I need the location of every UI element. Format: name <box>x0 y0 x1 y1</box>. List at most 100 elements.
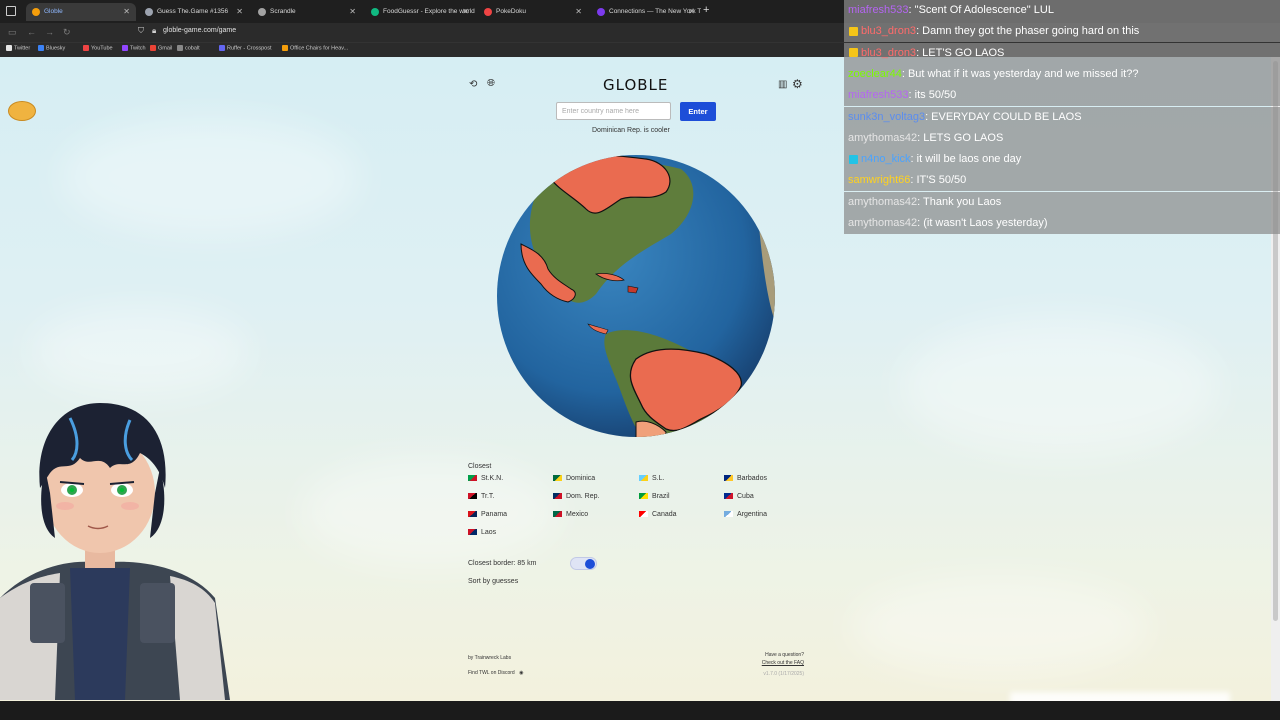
chat-text: : IT'S 50/50 <box>910 174 967 187</box>
chat-message: sunk3n_voltag3: EVERYDAY COULD BE LAOS <box>844 106 1280 128</box>
chat-text: : LET'S GO LAOS <box>916 46 1005 59</box>
browser-tab[interactable]: FoodGuessr - Explore the world ✕ <box>365 3 475 21</box>
bookmark-item[interactable]: Twitter <box>6 45 30 51</box>
close-tab-icon[interactable]: ✕ <box>236 3 243 21</box>
tab-favicon <box>145 8 153 16</box>
new-tab-button[interactable]: + <box>703 4 709 16</box>
settings-icon[interactable]: ⚙ <box>792 77 803 91</box>
shield-icon[interactable]: ⛉ <box>138 26 144 36</box>
browser-tab[interactable]: Connections — The New York T ✕ <box>591 3 701 21</box>
chat-message: miafresh533: "Scent Of Adolescence" LUL <box>844 0 1280 21</box>
chat-message: miafresh533: its 50/50 <box>844 85 1280 107</box>
guess-item: Canada <box>639 511 677 518</box>
sidebar-icon[interactable]: ▭ <box>8 27 17 38</box>
chat-message: n4no_kick: it will be laos one day <box>844 149 1280 171</box>
globe[interactable] <box>496 154 776 438</box>
bookmark-item[interactable]: Twitch <box>122 45 146 51</box>
flag-icon <box>468 511 477 518</box>
chat-username: miafresh533 <box>848 4 909 16</box>
bookmark-icon <box>83 45 89 51</box>
back-icon[interactable]: ← <box>27 27 36 37</box>
lock-icon[interactable]: 🔒︎ <box>152 26 156 36</box>
hint-text: Dominican Rep. is cooler <box>592 127 670 134</box>
bookmark-icon <box>6 45 12 51</box>
close-tab-icon[interactable]: ✕ <box>349 3 356 21</box>
guess-item: Tr.T. <box>468 493 494 500</box>
browser-tab[interactable]: Guess The.Game #1356 ✕ <box>139 3 249 21</box>
guess-item: S.L. <box>639 475 664 482</box>
browser-tab[interactable]: PokeDoku ✕ <box>478 3 588 21</box>
chat-message: amythomas42: LETS GO LAOS <box>844 127 1280 149</box>
refresh-icon[interactable]: ⟲ <box>469 79 477 90</box>
bookmark-icon <box>282 45 288 51</box>
guess-item: Panama <box>468 511 507 518</box>
url-field[interactable]: globle-game.com/game <box>163 27 236 34</box>
guess-item: Laos <box>468 529 496 536</box>
chat-username: zoeclear44 <box>848 67 902 80</box>
chat-text: : it will be laos one day <box>910 153 1022 166</box>
close-tab-icon[interactable]: ✕ <box>123 3 130 21</box>
bookmark-icon <box>122 45 128 51</box>
chat-username: n4no_kick <box>861 153 911 166</box>
taskbar <box>0 701 1280 720</box>
chat-message: blu3_dron3: LET'S GO LAOS <box>844 42 1280 64</box>
bookmark-icon <box>38 45 44 51</box>
guess-item: Mexico <box>553 511 588 518</box>
bookmark-item[interactable]: Bluesky <box>38 45 65 51</box>
chat-username: miafresh533 <box>848 89 909 102</box>
bookmark-item[interactable]: YouTube <box>83 45 113 51</box>
tab-title: FoodGuessr - Explore the world <box>383 8 475 15</box>
bookmark-label: Bluesky <box>46 45 66 52</box>
browser-tab[interactable]: Globle ✕ <box>26 3 136 21</box>
tab-favicon <box>597 8 605 16</box>
guess-item: Cuba <box>724 493 754 500</box>
chat-text: : But what if it was yesterday and we mi… <box>901 67 1139 80</box>
bookmark-item[interactable]: Ruffer - Crosspost <box>219 45 272 51</box>
chat-message: amythomas42: Thank you Laos <box>844 191 1280 213</box>
flag-icon <box>724 511 733 518</box>
enter-button[interactable]: Enter <box>680 102 716 121</box>
bookmark-label: Gmail <box>158 45 173 52</box>
chat-message: zoeclear44: But what if it was yesterday… <box>844 63 1280 85</box>
tab-title: Guess The.Game #1356 <box>157 8 229 15</box>
guess-name: Laos <box>481 529 497 536</box>
guess-name: Argentina <box>737 511 767 518</box>
bookmark-label: cobalt <box>185 45 200 52</box>
close-tab-icon[interactable]: ✕ <box>575 3 582 21</box>
guess-item: Dom. Rep. <box>553 493 599 500</box>
chat-username: blu3_dron3 <box>861 46 917 59</box>
chat-text: : (it wasn't Laos yesterday) <box>917 217 1048 229</box>
tab-title: Globle <box>44 8 63 15</box>
stats-icon[interactable]: ▥ <box>778 79 787 90</box>
bookmark-label: Office Chairs for Heav... <box>290 45 349 52</box>
flag-icon <box>639 511 648 518</box>
bookmark-label: Ruffer - Crosspost <box>227 45 272 52</box>
sticker-icon <box>8 101 36 121</box>
footer-discord-link[interactable]: Find TWL on Discord ◉ <box>468 670 523 676</box>
guess-item: Barbados <box>724 475 767 482</box>
guess-name: Dom. Rep. <box>566 493 600 500</box>
forward-icon[interactable]: → <box>45 27 54 37</box>
bookmark-item[interactable]: Office Chairs for Heav... <box>282 45 348 51</box>
guess-name: Tr.T. <box>481 493 495 500</box>
close-tab-icon[interactable]: ✕ <box>688 3 695 21</box>
flag-icon <box>724 493 733 500</box>
sort-toggle[interactable] <box>570 557 597 570</box>
close-tab-icon[interactable]: ✕ <box>462 3 469 21</box>
window-menu-icon[interactable] <box>6 6 16 16</box>
country-input[interactable] <box>556 102 671 120</box>
browser-tab[interactable]: Scrandle ✕ <box>252 3 362 21</box>
chat-badge-icon <box>849 48 858 58</box>
faq-link[interactable]: Check out the FAQ <box>762 660 804 666</box>
chat-username: amythomas42 <box>848 217 918 229</box>
bookmark-label: Twitter <box>14 45 31 52</box>
globe-icon[interactable]: 🌐︎ <box>487 78 495 89</box>
bookmark-item[interactable]: Gmail <box>150 45 172 51</box>
guess-item: Dominica <box>553 475 595 482</box>
tab-favicon <box>484 8 492 16</box>
chat-username: blu3_dron3 <box>861 25 917 38</box>
reload-icon[interactable]: ↻ <box>63 27 71 38</box>
bookmark-item[interactable]: cobalt <box>177 45 200 51</box>
tab-favicon <box>371 8 379 16</box>
chat-username: sunk3n_voltag3 <box>848 110 926 123</box>
